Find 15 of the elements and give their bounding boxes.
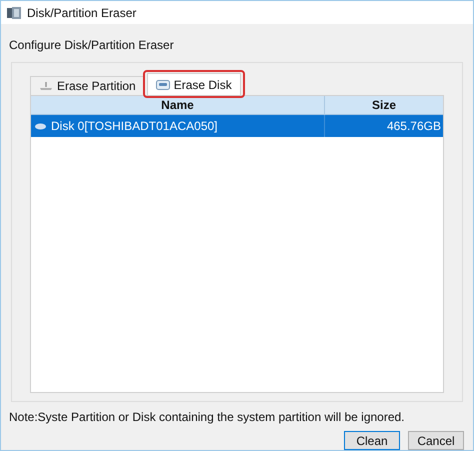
column-header[interactable]: Name (31, 96, 325, 114)
table-row[interactable]: Disk 0[TOSHIBADT01ACA050] 465.76GB (31, 115, 443, 137)
dialog-button[interactable]: Clean (344, 431, 400, 450)
table-cell-text: Disk 0[TOSHIBADT01ACA050] (51, 118, 218, 135)
disk-icon (35, 122, 46, 130)
window-title: Disk/Partition Eraser (27, 4, 136, 22)
dialog-button[interactable]: Cancel (408, 431, 464, 450)
table-cell-text: 465.76GB (386, 118, 441, 135)
tab[interactable]: Erase Partition (30, 76, 145, 95)
partition-icon (39, 82, 53, 90)
note-text: Note:Syste Partition or Disk containing the system partition will be ignored. (9, 410, 405, 424)
dialog-heading: Configure Disk/Partition Eraser (9, 38, 174, 52)
tab[interactable]: Erase Disk (146, 73, 241, 95)
column-header[interactable]: Size (325, 96, 443, 114)
eraser-app-icon (7, 6, 21, 18)
